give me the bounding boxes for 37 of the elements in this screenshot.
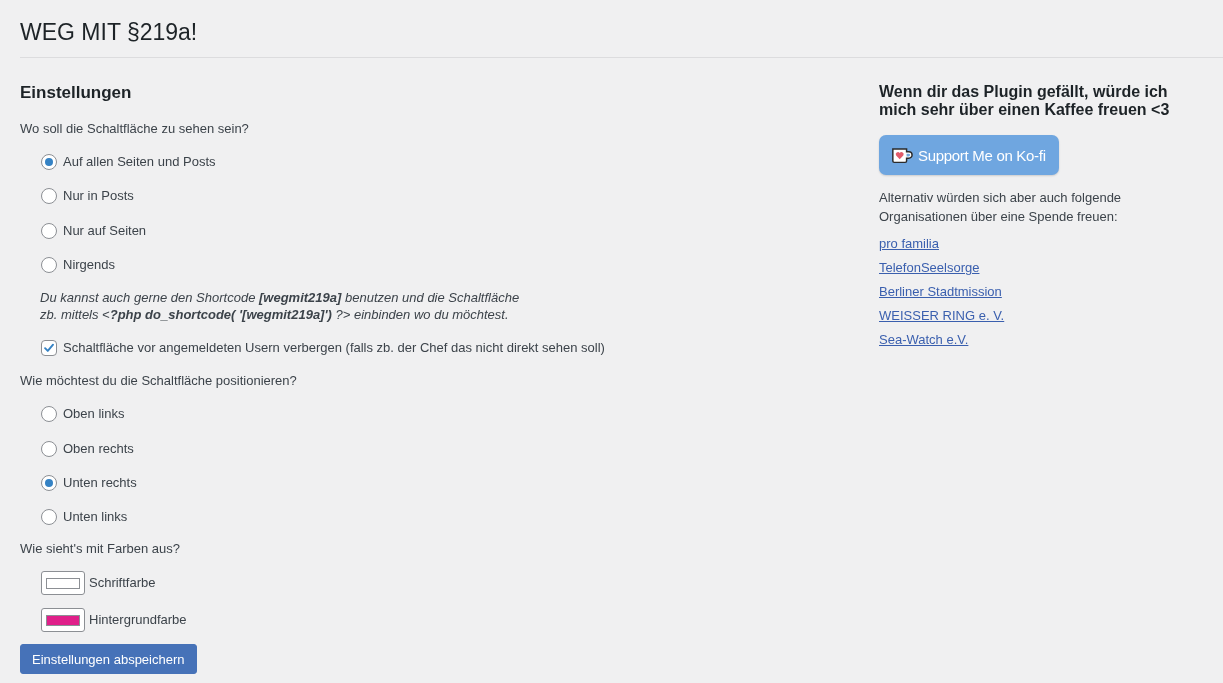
support-text: Alternativ würden sich aber auch folgende Organisationen über eine Spende freuen:: [879, 189, 1123, 226]
organization-link[interactable]: pro familia: [879, 235, 939, 253]
radio-button[interactable]: [41, 188, 57, 205]
color-picker-button[interactable]: [41, 608, 85, 633]
question-text: Wie möchtest du die Schaltfläche positionieren?: [20, 372, 297, 391]
color-label: Hintergrundfarbe: [89, 611, 187, 630]
support-heading: Wenn dir das Plugin gefällt, würde ich mich sehr über einen Kaffee freuen <3: [879, 83, 1171, 119]
option-label[interactable]: Nirgends: [63, 256, 116, 275]
option-label[interactable]: Nur auf Seiten: [63, 221, 147, 240]
radio-button[interactable]: [41, 257, 57, 274]
organization-link[interactable]: TelefonSeelsorge: [879, 259, 980, 277]
organization-link[interactable]: Berliner Stadtmission: [879, 283, 1002, 301]
checkbox-label[interactable]: Schaltfläche vor angemeldeten Usern verbergen (falls zb. der Chef das nicht direkt sehen soll): [63, 339, 605, 358]
option-label[interactable]: Oben links: [63, 405, 125, 424]
radio-button[interactable]: [41, 154, 57, 171]
radio-button[interactable]: [41, 406, 57, 423]
save-button[interactable]: Einstellungen abspeichern: [20, 644, 197, 675]
option-label[interactable]: Unten links: [63, 508, 128, 527]
organization-link[interactable]: Sea-Watch e.V.: [879, 331, 969, 349]
color-picker-button[interactable]: [41, 571, 85, 596]
question-text: Wo soll die Schaltfläche zu sehen sein?: [20, 120, 249, 138]
organization-link[interactable]: WEISSER RING e. V.: [879, 307, 1005, 325]
option-label[interactable]: Auf allen Seiten und Posts: [63, 153, 216, 172]
radio-button[interactable]: [41, 222, 57, 239]
section-heading: Einstellungen: [20, 82, 132, 104]
checkbox[interactable]: [41, 340, 57, 357]
option-label[interactable]: Unten rechts: [63, 473, 137, 492]
color-label: Schriftfarbe: [89, 574, 156, 593]
option-label[interactable]: Oben rechts: [63, 439, 134, 458]
question-text: Wie sieht's mit Farben aus?: [20, 540, 180, 559]
option-label[interactable]: Nur in Posts: [63, 187, 134, 206]
radio-button[interactable]: [41, 474, 57, 491]
radio-button[interactable]: [41, 509, 57, 526]
shortcode-note: Du kannst auch gerne den Shortcode [wegmit219a] benutzen und die Schaltfläche zb. mittels <?php do_shortcode( '[wegmit219a]') ?> einbinden wo du möchtest.: [40, 288, 520, 323]
radio-button[interactable]: [41, 440, 57, 457]
page-title: WEG MIT §219a!: [20, 18, 198, 47]
coffee-cup-icon: [891, 146, 913, 164]
